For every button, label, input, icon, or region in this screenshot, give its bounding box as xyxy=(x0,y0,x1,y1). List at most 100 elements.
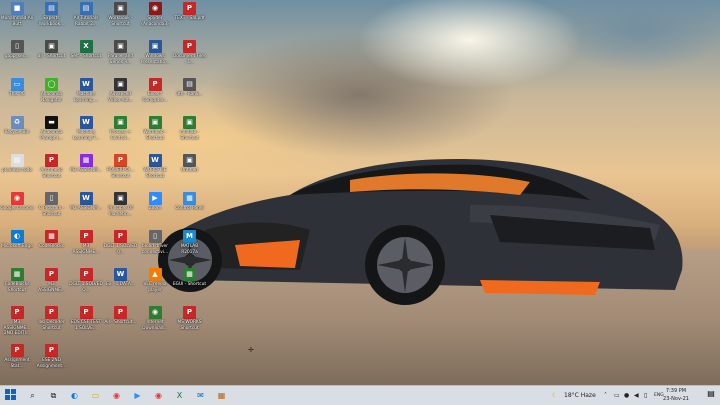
desktop-icon-label: all - Shortcut xyxy=(37,54,66,59)
chrome-2-icon[interactable]: ◉ xyxy=(152,389,165,402)
desktop-icon-label: Document Files - 1... xyxy=(172,54,207,65)
desktop-icon[interactable]: P M3 ASSIGNME... xyxy=(69,230,103,268)
desktop-icon[interactable]: ▣ Windows Presentatio... xyxy=(138,40,172,78)
desktop-icon[interactable]: ▣ Advanced Video Aut... xyxy=(104,78,138,116)
desktop-icon[interactable]: Plab Decoder Shortcut xyxy=(35,306,69,344)
desktop-icon[interactable]: ▯ gapp_sec... xyxy=(0,40,34,78)
desktop-icon[interactable]: ◯ Anaconda Navigator xyxy=(35,78,69,116)
app-icon: ▦ xyxy=(183,268,196,281)
desktop-icon[interactable]: M MATLAB R2017a xyxy=(173,230,207,268)
desktop-icon[interactable]: P DGLT 1 SOLVED Q... xyxy=(104,230,138,268)
file-explorer-icon[interactable]: ▭ xyxy=(89,389,102,402)
chevron-up-icon[interactable]: ˄ xyxy=(604,386,607,405)
desktop-icon[interactable]: ▣ Principle Of Marketin... xyxy=(104,192,138,230)
desktop-icon[interactable]: ▦ EGUI - Shortcut xyxy=(173,268,207,306)
desktop-icon[interactable]: ▦ Control Panel xyxy=(173,192,207,230)
app-icon: ▣ xyxy=(183,154,196,167)
desktop-icon[interactable]: ▣ Process + Control... xyxy=(104,116,138,154)
network-icon[interactable]: ▭ xyxy=(614,386,620,405)
app-icon: W xyxy=(79,192,93,205)
app-icon: ▤ xyxy=(183,78,196,91)
windows-start-icon[interactable] xyxy=(4,389,17,402)
clock[interactable]: 7:39 PM 23-Nov-21 xyxy=(660,387,692,403)
desktop-icon[interactable]: ◐ Microsoft Edge xyxy=(0,230,34,268)
edge-icon[interactable]: ◐ xyxy=(68,389,81,402)
desktop-icon[interactable]: W M3 ASSIGNM... xyxy=(69,192,103,230)
apps-icon[interactable]: ▦ xyxy=(215,389,228,402)
excel-icon[interactable]: X xyxy=(173,389,186,402)
desktop-icon[interactable]: ▣ all - Shortcut xyxy=(35,40,69,78)
desktop-icon[interactable]: ◉ Spyder (Anaconda3) xyxy=(138,2,172,40)
app-icon: P xyxy=(10,306,24,319)
battery-icon[interactable]: ▯ xyxy=(644,386,647,405)
desktop-icon[interactable]: P TEXT - Sal.pdf xyxy=(173,2,207,40)
desktop-icon[interactable]: P MS WORKS Shortcut xyxy=(173,306,207,344)
desktop-icon[interactable]: ▣ WorldLab - Shortcut xyxy=(138,116,172,154)
desktop-icon[interactable]: W Ex - 1 DATA... xyxy=(104,268,138,306)
desktop-icon[interactable]: ▲ VLC media player xyxy=(138,268,172,306)
desktop-icon[interactable]: P Excel / Computer... xyxy=(138,78,172,116)
app-icon: ▣ xyxy=(114,2,127,15)
volume-icon[interactable]: ◀ xyxy=(634,386,639,405)
desktop-icon[interactable]: ◉ Internet Download... xyxy=(138,306,172,344)
desktop-icon[interactable]: ▶ Zoom xyxy=(138,192,172,230)
desktop-icon[interactable]: P Arithmetic Shortcut xyxy=(35,154,69,192)
app-icon: ▤ xyxy=(10,154,24,167)
task-view-icon[interactable]: ⧉ xyxy=(47,389,60,402)
desktop-icon[interactable]: P ESE 2ND Assignment... xyxy=(35,344,69,382)
desktop-icon[interactable]: ▬ Anaconda Prompt (... xyxy=(35,116,69,154)
desktop-icon[interactable]: ▣ Workbook - Shortcut xyxy=(104,2,138,40)
search-icon[interactable]: ⌕ xyxy=(26,389,39,402)
desktop-icon[interactable]: P Assignment Stat... xyxy=(0,344,34,382)
desktop-icon[interactable]: W Machine Learning T... xyxy=(69,116,103,154)
app-icon: P xyxy=(79,268,93,281)
desktop-icon[interactable]: ▦ M3 ASSIGNM... xyxy=(69,154,103,192)
microphone-icon[interactable]: ● xyxy=(624,386,629,405)
desktop-icon-label: Zoom xyxy=(148,206,162,211)
app-icon: ▲ xyxy=(148,268,162,281)
desktop-icon[interactable]: ▭ This PC xyxy=(0,78,34,116)
desktop-icon[interactable]: ◉ Google Chrome xyxy=(0,192,34,230)
app-icon: ▣ xyxy=(114,192,127,205)
desktop-icon[interactable]: P M3 ASSIGNME... 2ND EDITI... xyxy=(0,306,34,344)
desktop-icon[interactable]: P M3 ASSIGNME... xyxy=(35,268,69,306)
app-icon: ▣ xyxy=(114,78,127,91)
zoom-icon[interactable]: ▶ xyxy=(131,389,144,402)
app-icon: P xyxy=(79,230,93,243)
desktop-icon[interactable]: ▯ blood driver connectivi... xyxy=(138,230,172,268)
desktop-icon[interactable]: ▤ Experts Workbook... xyxy=(35,2,69,40)
desktop-icon-label: Ex - 1 DATA... xyxy=(106,282,135,287)
desktop-icon-label: previous code xyxy=(1,168,33,173)
desktop-icon[interactable]: P All - Shortcut... xyxy=(104,306,138,344)
desktop-icon[interactable]: ▦ CodeBlocks xyxy=(35,230,69,268)
app-icon: ▯ xyxy=(10,40,24,53)
chrome-icon[interactable]: ◉ xyxy=(110,389,123,402)
desktop-icon[interactable]: ▤ 4th - Rank... xyxy=(173,78,207,116)
desktop-icon-label: 4th - Rank... xyxy=(176,92,203,97)
desktop-icon[interactable]: X Self - Shortcut xyxy=(69,40,103,78)
desktop-icon[interactable]: ▤ All Tutorials Rabbit 2... xyxy=(69,2,103,40)
desktop-icon[interactable]: P POWERPOI... Shortcut xyxy=(104,154,138,192)
desktop-icon[interactable]: P EDS CSF TEST 1 SOLVE... xyxy=(69,306,103,344)
app-icon: P xyxy=(10,344,24,357)
desktop-icon[interactable]: ▣ multlab - Shortcut xyxy=(173,116,207,154)
desktop-icon[interactable]: ▣ Untitled xyxy=(173,154,207,192)
desktop-icon[interactable]: ♻ Recycle Bin xyxy=(0,116,34,154)
desktop-icon[interactable]: ■ Muhammad Ali Butt xyxy=(0,2,34,40)
desktop-icon[interactable]: ▦ CodeBlocks Shortcut xyxy=(0,268,34,306)
mail-icon[interactable]: ✉ xyxy=(194,389,207,402)
desktop-icon[interactable]: W WORDFILE Shortcut xyxy=(138,154,172,192)
wallpaper-car xyxy=(158,159,683,305)
desktop-icon[interactable]: W Machine Learning ... xyxy=(69,78,103,116)
desktop-icon[interactable]: ▣ Parallel and Series R... xyxy=(104,40,138,78)
desktop-icon[interactable]: P DGLT 1 SOLVED Q... xyxy=(69,268,103,306)
weather-icon[interactable]: ☾ xyxy=(552,386,557,405)
notification-icon[interactable]: ▤ xyxy=(706,389,716,401)
desktop-icon-label: POWERPOI... Shortcut xyxy=(106,168,135,179)
app-icon: ◉ xyxy=(148,306,162,319)
desktop-icon[interactable]: P Document Files - 1... xyxy=(173,40,207,78)
desktop-icon[interactable]: ▤ previous code xyxy=(0,154,34,192)
weather-text[interactable]: 18°C Haze xyxy=(564,386,596,405)
desktop-icon[interactable]: ▯ C Program - Shortcut xyxy=(35,192,69,230)
desktop-icon-label: Anaconda Navigator xyxy=(40,92,63,103)
